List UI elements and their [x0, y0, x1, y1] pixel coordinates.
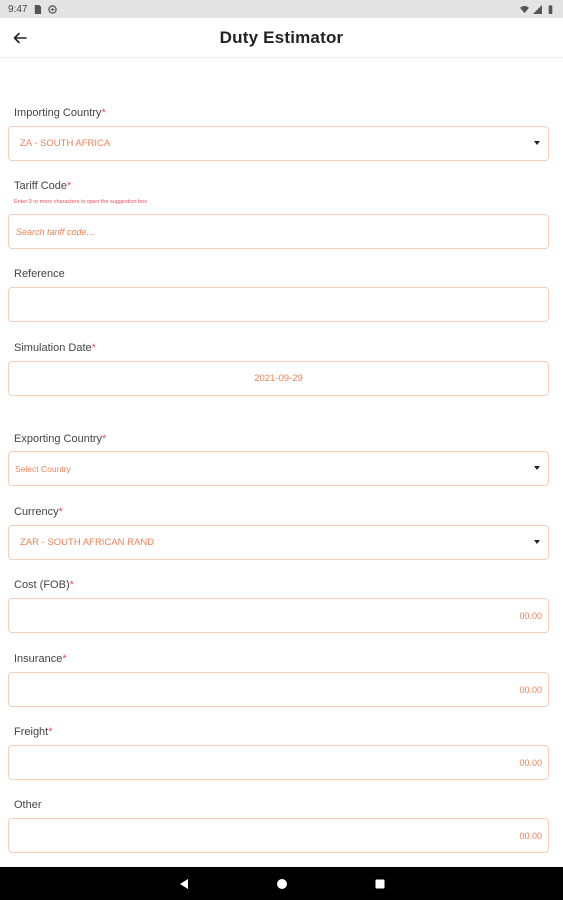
insurance-label: Insurance* [14, 653, 67, 665]
other-label: Other [14, 799, 42, 811]
sd-card-icon [35, 4, 42, 14]
other-value: 00.00 [519, 830, 542, 841]
cost-fob-value: 00.00 [519, 610, 542, 621]
data-saver-icon [48, 4, 58, 14]
reference-input[interactable] [8, 287, 549, 322]
freight-input[interactable]: 00.00 [8, 745, 549, 780]
tariff-code-label: Tariff Code* [14, 180, 72, 192]
simulation-date-picker[interactable]: 2021-09-29 [8, 361, 549, 396]
importing-country-select[interactable]: ZA - SOUTH AFRICA [8, 126, 549, 161]
nav-home-button[interactable] [272, 874, 292, 894]
battery-icon [548, 4, 553, 14]
cost-fob-input[interactable]: 00.00 [8, 598, 549, 633]
currency-select[interactable]: ZAR - SOUTH AFRICAN RAND [8, 525, 549, 560]
wifi-icon [520, 5, 529, 13]
back-triangle-icon [179, 878, 188, 889]
dropdown-arrow-icon [534, 540, 540, 544]
exporting-country-value: Select Country [15, 463, 71, 474]
insurance-value: 00.00 [519, 684, 542, 695]
importing-country-label: Importing Country* [14, 107, 106, 119]
currency-value: ZAR - SOUTH AFRICAN RAND [20, 537, 155, 548]
dropdown-arrow-icon [534, 466, 540, 470]
arrow-left-icon [13, 32, 27, 44]
nav-back-button[interactable] [174, 874, 194, 894]
cost-fob-label: Cost (FOB)* [14, 579, 74, 591]
freight-value: 00.00 [519, 757, 542, 768]
currency-label: Currency* [14, 506, 63, 518]
signal-icon [533, 4, 542, 14]
status-time: 9:47 [8, 3, 28, 15]
page-title: Duty Estimator [219, 27, 344, 47]
tariff-code-hint: Enter 3 or more characters to open the s… [14, 199, 147, 205]
simulation-date-label: Simulation Date* [14, 342, 96, 354]
exporting-country-select[interactable]: Select Country [8, 451, 549, 486]
exporting-country-label: Exporting Country* [14, 433, 107, 445]
reference-label: Reference [14, 268, 65, 280]
app-bar: Duty Estimator [0, 18, 563, 58]
insurance-input[interactable]: 00.00 [8, 672, 549, 707]
other-input[interactable]: 00.00 [8, 818, 549, 853]
home-circle-icon [276, 878, 287, 889]
nav-recents-button[interactable] [370, 874, 390, 894]
recents-square-icon [375, 879, 384, 888]
tariff-code-placeholder: Search tariff code... [16, 226, 95, 237]
back-button[interactable] [10, 28, 30, 48]
status-bar: 9:47 [0, 0, 563, 18]
simulation-date-value: 2021-09-29 [254, 373, 303, 384]
freight-label: Freight* [14, 726, 53, 738]
tariff-code-input[interactable]: Search tariff code... [8, 214, 549, 249]
importing-country-value: ZA - SOUTH AFRICA [20, 138, 111, 149]
system-nav-bar [0, 867, 563, 900]
dropdown-arrow-icon [534, 141, 540, 145]
